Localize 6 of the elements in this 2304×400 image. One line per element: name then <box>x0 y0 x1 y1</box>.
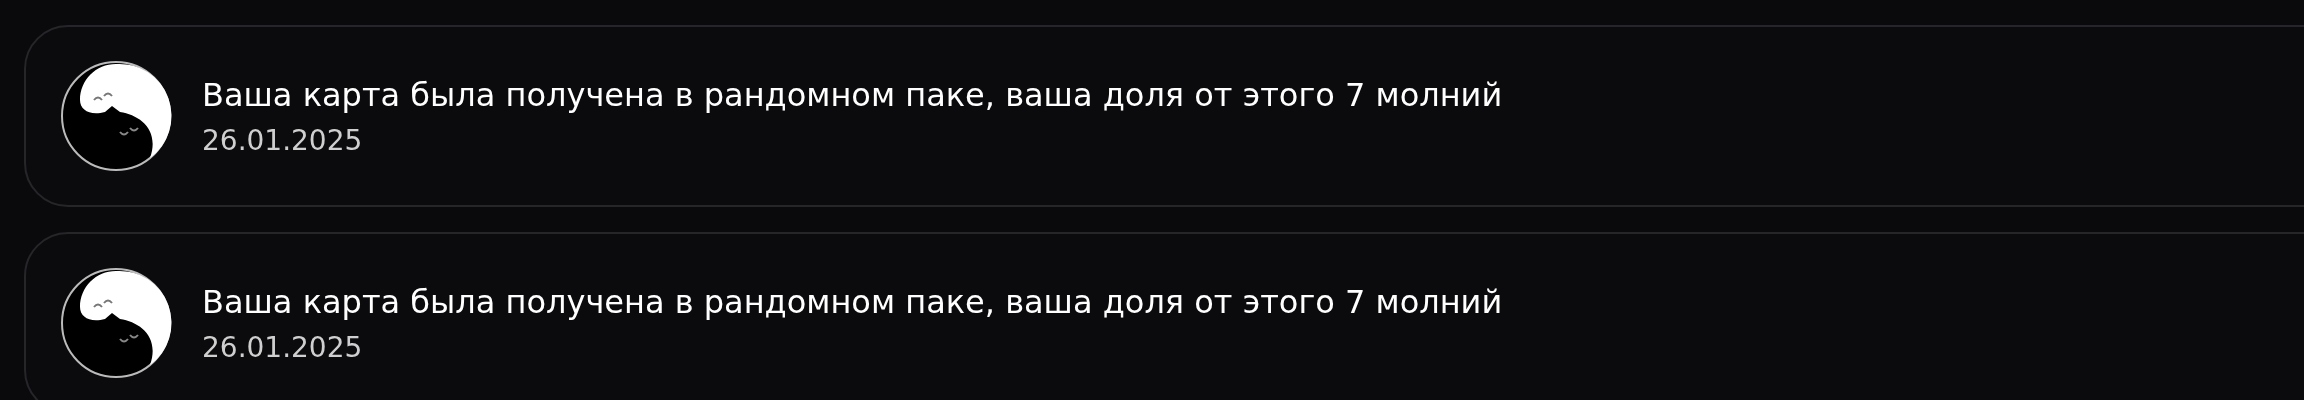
avatar-icon <box>60 267 172 379</box>
notification-date: 26.01.2025 <box>202 330 364 364</box>
notification-message: Ваша карта была получена в рандомном паке, ваша доля от этого 7 молний <box>202 282 1503 321</box>
notification-date: 26.01.2025 <box>202 123 364 157</box>
avatar-icon <box>60 60 172 172</box>
notification-message: Ваша карта была получена в рандомном паке, ваша доля от этого 7 молний <box>202 75 1503 114</box>
